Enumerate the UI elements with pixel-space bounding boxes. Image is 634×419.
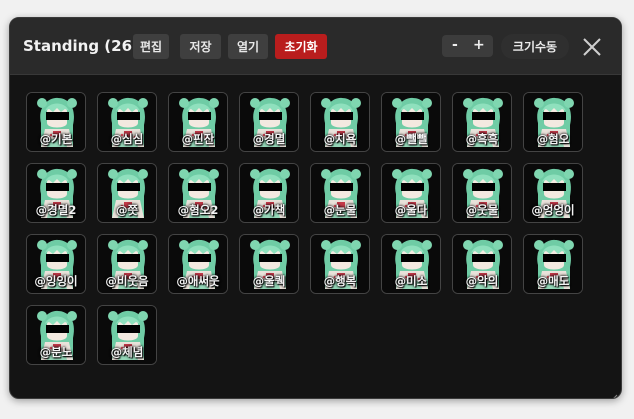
standing-tile[interactable]: @흑흑	[452, 92, 512, 152]
save-button[interactable]: 저장	[180, 34, 221, 59]
standing-tile-label: @쯧	[115, 203, 139, 217]
standing-tile[interactable]: @기본	[26, 92, 86, 152]
standing-tile-label: @매도	[536, 274, 570, 288]
standing-tile[interactable]: @분노	[26, 305, 86, 365]
standing-tile[interactable]: @울퀙	[239, 234, 299, 294]
standing-tile[interactable]: @엉엉이	[523, 163, 583, 223]
standing-tile-label: @눈물	[323, 203, 357, 217]
standing-tile-label: @심심	[110, 132, 144, 146]
standing-tile-label: @흑흑	[465, 132, 499, 146]
standing-tile-label: @체념	[110, 345, 144, 359]
zoom-control: - +	[442, 35, 493, 57]
standing-tile-label: @애써웃	[176, 274, 220, 288]
standing-tile[interactable]: @경멸	[239, 92, 299, 152]
edit-button[interactable]: 편집	[133, 34, 169, 59]
standing-tile-label: @분노	[39, 345, 73, 359]
standing-tile[interactable]: @가책	[239, 163, 299, 223]
standing-tile[interactable]: @미소	[381, 234, 441, 294]
standing-tile[interactable]: @심심	[97, 92, 157, 152]
standing-tile-label: @경멸2	[35, 203, 77, 217]
standing-tile[interactable]: @악의	[452, 234, 512, 294]
standing-tile-label: @치욕	[323, 132, 357, 146]
standing-tile-label: @웃물	[465, 203, 499, 217]
standing-tile[interactable]: @경멸2	[26, 163, 86, 223]
dialog-title: Standing (26)	[23, 37, 139, 55]
reset-button[interactable]: 초기화	[275, 34, 327, 59]
standing-tile[interactable]: @핀잔	[168, 92, 228, 152]
standing-tile-label: @행복	[323, 274, 357, 288]
open-button[interactable]: 열기	[228, 34, 268, 59]
standing-tile-label: @비웃음	[105, 274, 149, 288]
standing-tile-label: @울퀙	[252, 274, 286, 288]
standing-tile[interactable]: @잉잉이	[26, 234, 86, 294]
standing-tile-label: @악의	[465, 274, 499, 288]
standing-tile-label: @잉잉이	[34, 274, 78, 288]
standing-tile[interactable]: @눈물	[310, 163, 370, 223]
standing-tile-label: @경멸	[252, 132, 286, 146]
standing-tile[interactable]: @애써웃	[168, 234, 228, 294]
standing-tile-label: @울다	[394, 203, 428, 217]
standing-tile[interactable]: @치욕	[310, 92, 370, 152]
standing-tile-label: @혐오	[536, 132, 570, 146]
standing-tile[interactable]: @매도	[523, 234, 583, 294]
zoom-out-button[interactable]: -	[452, 37, 458, 53]
standing-tile[interactable]: @웃물	[452, 163, 512, 223]
standing-tile-label: @가책	[252, 203, 286, 217]
standing-tile[interactable]: @뺄뺄	[381, 92, 441, 152]
standing-tile[interactable]: @쯧	[97, 163, 157, 223]
standing-tile-label: @혐오2	[177, 203, 219, 217]
standing-tile-label: @엉엉이	[531, 203, 575, 217]
standing-tile[interactable]: @체념	[97, 305, 157, 365]
dialog-header: Standing (26) 편집 저장 열기 초기화 - + 크기수동	[10, 18, 621, 75]
standing-dialog: Standing (26) 편집 저장 열기 초기화 - + 크기수동 @기본 …	[9, 17, 622, 399]
close-icon[interactable]	[582, 37, 602, 57]
standing-tile-label: @미소	[394, 274, 428, 288]
standing-tile-label: @뺄뺄	[394, 132, 428, 146]
standing-tile[interactable]: @혐오	[523, 92, 583, 152]
standing-tile[interactable]: @비웃음	[97, 234, 157, 294]
standing-tile-label: @기본	[39, 132, 73, 146]
standing-tile[interactable]: @혐오2	[168, 163, 228, 223]
manual-size-button[interactable]: 크기수동	[501, 34, 569, 59]
resize-grip-icon[interactable]	[610, 387, 618, 398]
zoom-in-button[interactable]: +	[473, 37, 485, 53]
standing-tile[interactable]: @행복	[310, 234, 370, 294]
standing-tile[interactable]: @울다	[381, 163, 441, 223]
standing-tile-label: @핀잔	[181, 132, 215, 146]
